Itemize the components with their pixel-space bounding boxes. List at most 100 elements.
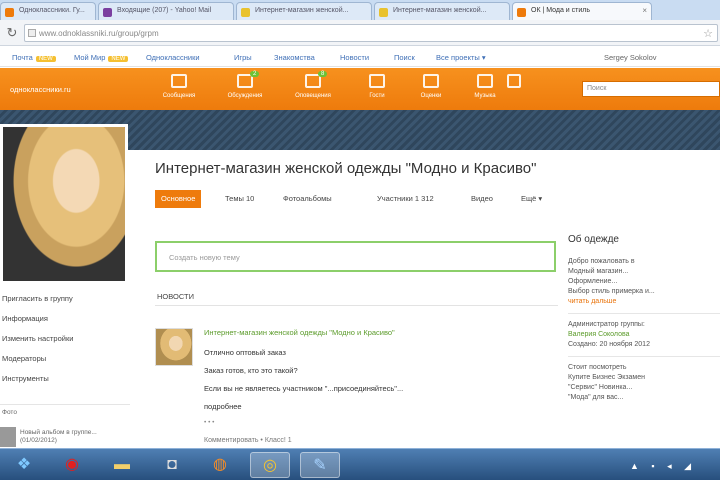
admin-name-link[interactable]: Валерия Соколова	[568, 330, 720, 340]
tab-more[interactable]: Ещё ▾	[521, 190, 542, 208]
other-line[interactable]: "Мода" для вас...	[568, 393, 720, 403]
tab-members[interactable]: Участники 1 312	[377, 190, 434, 208]
bookmark-star-icon[interactable]: ☆	[703, 27, 713, 40]
portal-link-odnoklassniki[interactable]: Одноклассники	[146, 53, 200, 62]
windows-start-icon[interactable]: ❖	[4, 452, 44, 478]
count-badge: 8	[318, 71, 328, 77]
browser-toolbar: ↻ www.odnoklassniki.ru/group/grpm ☆	[0, 20, 720, 46]
other-heading: Стоит посмотреть	[568, 364, 627, 371]
menu-info[interactable]: Информация	[0, 310, 130, 330]
menu-moderators[interactable]: Модераторы	[0, 350, 130, 370]
nav-notifications[interactable]: 8 Оповещения	[288, 71, 338, 99]
folder-icon[interactable]: ▬	[102, 452, 142, 478]
tab-photos[interactable]: Фотоальбомы	[283, 190, 332, 208]
tab-favicon-icon	[103, 8, 112, 17]
divider	[568, 313, 720, 314]
about-line: Выбор стиль примерка и...	[568, 288, 655, 295]
tab-label: Входящие (207) - Yahoo! Mail	[117, 7, 212, 14]
tab-favicon-icon	[241, 8, 250, 17]
tab-label: ОК | Мода и стиль	[531, 7, 591, 14]
divider	[155, 305, 558, 306]
portal-link-mail[interactable]: Почта NEW	[12, 53, 56, 62]
browser-tab[interactable]: Интернет-магазин женской...	[236, 2, 372, 20]
other-line[interactable]: "Сервис" Новинка...	[568, 383, 720, 393]
portal-user-name[interactable]: Sergey Sokolov	[604, 53, 657, 62]
portal-links-bar: Почта NEW Мой Мир NEW Одноклассники Игры З…	[0, 47, 720, 67]
browser-tab-strip: Одноклассники. Гу... Входящие (207) - Ya…	[0, 0, 720, 20]
paint-icon[interactable]: ✎	[300, 452, 340, 478]
count-badge: 2	[250, 71, 260, 77]
post-author-avatar[interactable]	[155, 328, 193, 366]
divider	[568, 356, 720, 357]
tab-topics[interactable]: Темы 10	[225, 190, 254, 208]
browser-tab[interactable]: Одноклассники. Гу...	[0, 2, 96, 20]
nav-more[interactable]	[496, 74, 532, 88]
footprints-icon	[369, 74, 385, 88]
group-title: Интернет-магазин женской одежды "Модно и…	[155, 160, 537, 177]
page-icon	[28, 29, 36, 37]
address-bar[interactable]: www.odnoklassniki.ru/group/grpm ☆	[24, 24, 718, 42]
tab-favicon-icon	[517, 8, 526, 17]
new-topic-input[interactable]: Создать новую тему	[155, 241, 556, 272]
post-more-dots[interactable]: • • •	[204, 419, 214, 426]
search-input[interactable]: Поиск	[582, 81, 720, 97]
post-text-line: Если вы не являетесь участником "...прис…	[204, 384, 404, 393]
opera-icon[interactable]: ◉	[52, 452, 92, 478]
created-date: Создано: 20 ноября 2012	[568, 341, 650, 348]
browser-tab-active[interactable]: ОК | Мода и стиль ×	[512, 2, 652, 20]
about-heading: Об одежде	[568, 234, 619, 245]
chrome-icon[interactable]: ◎	[250, 452, 290, 478]
camera-icon[interactable]: ◘	[152, 452, 192, 478]
menu-tools[interactable]: Инструменты	[0, 370, 130, 390]
photo-thumbnail[interactable]	[0, 427, 16, 447]
left-footer-heading: Фото	[2, 409, 17, 416]
post-text-line: Заказ готов, кто это такой?	[204, 366, 298, 375]
portal-link-dating[interactable]: Знакомства	[274, 53, 315, 62]
portal-link-games[interactable]: Игры	[234, 53, 252, 62]
about-line: Оформление...	[568, 278, 618, 285]
portal-link-search[interactable]: Поиск	[394, 53, 415, 62]
about-line: Добро пожаловать в	[568, 258, 635, 265]
group-left-menu: Пригласить в группу Информация Изменить …	[0, 290, 130, 390]
address-url: www.odnoklassniki.ru/group/grpm	[39, 29, 159, 38]
right-column: Об одежде Добро пожаловать в Модный мага…	[568, 234, 720, 403]
menu-settings[interactable]: Изменить настройки	[0, 330, 130, 350]
system-tray[interactable]: ▲ ▪ ◂ ◢	[630, 461, 696, 472]
post-text-line: Отлично оптовый заказ	[204, 348, 286, 357]
post-author-link[interactable]: Интернет-магазин женской одежды "Модно и…	[204, 328, 395, 337]
windows-taskbar: ❖ ◉ ▬ ◘ ◍ ◎ ✎ ▲ ▪ ◂ ◢	[0, 448, 720, 480]
tab-main[interactable]: Основное	[155, 190, 202, 208]
tab-video[interactable]: Видео	[471, 190, 493, 208]
site-logo[interactable]: одноклассники.ru	[10, 85, 71, 94]
browser-tab[interactable]: Интернет-магазин женской...	[374, 2, 510, 20]
about-line: Модный магазин...	[568, 268, 629, 275]
down-arrow-icon	[507, 74, 521, 88]
music-icon	[477, 74, 493, 88]
new-badge: NEW	[108, 56, 129, 62]
read-more-link[interactable]: читать дальше	[568, 297, 720, 307]
tab-favicon-icon	[379, 8, 388, 17]
nav-ratings[interactable]: Оценки	[406, 74, 456, 99]
new-badge: NEW	[35, 56, 56, 62]
media-player-icon[interactable]: ◍	[200, 452, 240, 478]
group-avatar[interactable]	[0, 124, 128, 284]
admin-label: Администратор группы:	[568, 321, 645, 328]
nav-messages[interactable]: Сообщения	[154, 74, 204, 99]
portal-link-myworld[interactable]: Мой Мир NEW	[74, 53, 129, 62]
tab-label: Одноклассники. Гу...	[19, 7, 85, 14]
browser-tab[interactable]: Входящие (207) - Yahoo! Mail	[98, 2, 234, 20]
envelope-icon	[171, 74, 187, 88]
tab-label: Интернет-магазин женской...	[255, 7, 349, 14]
other-line[interactable]: Купите Бизнес Экзамен	[568, 373, 720, 383]
left-footer: Фото Новый альбом в группе... (01/02/2012…	[0, 404, 130, 448]
reload-icon[interactable]: ↻	[4, 25, 20, 41]
nav-discussions[interactable]: 2 Обсуждения	[220, 71, 270, 99]
post-read-more[interactable]: подробнее	[204, 402, 242, 411]
portal-link-all-projects[interactable]: Все проекты ▾	[436, 53, 486, 62]
menu-invite[interactable]: Пригласить в группу	[0, 290, 130, 310]
post-actions[interactable]: Комментировать • Класс! 1	[204, 437, 292, 444]
left-footer-text[interactable]: Новый альбом в группе... (01/02/2012)	[20, 429, 128, 445]
nav-guests[interactable]: Гости	[352, 74, 402, 99]
close-tab-icon[interactable]: ×	[642, 6, 647, 15]
portal-link-news[interactable]: Новости	[340, 53, 369, 62]
